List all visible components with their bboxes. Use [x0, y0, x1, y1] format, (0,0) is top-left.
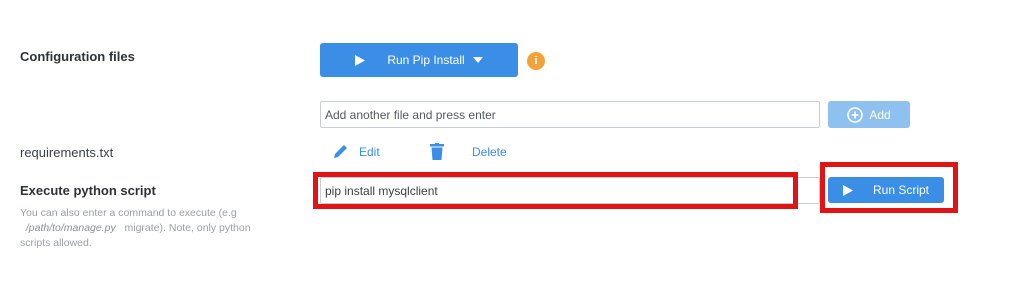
delete-link[interactable]: Delete: [430, 143, 507, 160]
info-icon[interactable]: i: [527, 52, 545, 70]
edit-link[interactable]: Edit: [332, 143, 380, 160]
execute-hint: You can also enter a command to execute …: [20, 206, 280, 251]
add-file-input[interactable]: Add another file and press enter: [320, 101, 820, 128]
trash-icon: [430, 143, 444, 160]
run-script-highlight-box: [820, 162, 958, 213]
run-pip-install-label: Run Pip Install: [387, 53, 465, 67]
pencil-icon: [334, 145, 347, 158]
add-button[interactable]: Add: [828, 101, 910, 128]
plus-circle-icon: [847, 106, 864, 123]
execute-hint-path: /path/to/manage.py: [25, 222, 116, 234]
file-name: requirements.txt: [20, 145, 114, 160]
command-highlight-box: [313, 172, 798, 209]
configuration-files-label: Configuration files: [20, 49, 135, 64]
execute-hint-prefix: You can also enter a command to execute …: [20, 207, 237, 219]
caret-down-icon: [472, 57, 483, 63]
execute-python-script-label: Execute python script: [20, 183, 156, 198]
add-file-placeholder: Add another file and press enter: [325, 107, 496, 122]
add-label: Add: [869, 107, 891, 122]
info-icon-glyph: i: [534, 55, 538, 67]
delete-label: Delete: [472, 144, 507, 159]
edit-label: Edit: [359, 144, 380, 159]
run-pip-install-button[interactable]: Run Pip Install: [320, 43, 518, 77]
play-icon: [355, 54, 366, 66]
